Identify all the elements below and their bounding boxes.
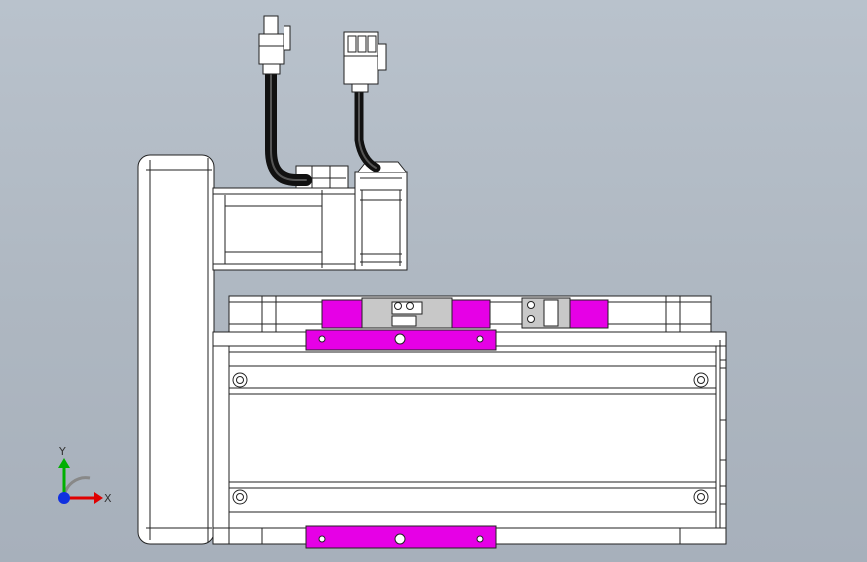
axis-label-y: Y [58,445,66,458]
carriage-block-middle[interactable] [451,299,491,329]
axis-label-x: X [104,492,112,505]
motor-end-plate[interactable] [137,154,215,545]
cad-model-drawing[interactable]: Y X [0,0,867,562]
encoder-connector[interactable] [343,31,387,93]
coordinate-triad-icon: Y X [58,445,112,505]
actuator-main-body[interactable] [212,331,727,545]
motor-brake-housing[interactable] [354,161,408,271]
carriage-block-left[interactable] [321,299,363,329]
encoder-cable[interactable] [354,85,381,173]
carriage-block-right[interactable] [569,299,609,329]
cad-viewport[interactable]: Y X [0,0,867,562]
power-cable[interactable] [265,66,312,186]
power-connector[interactable] [258,15,291,75]
